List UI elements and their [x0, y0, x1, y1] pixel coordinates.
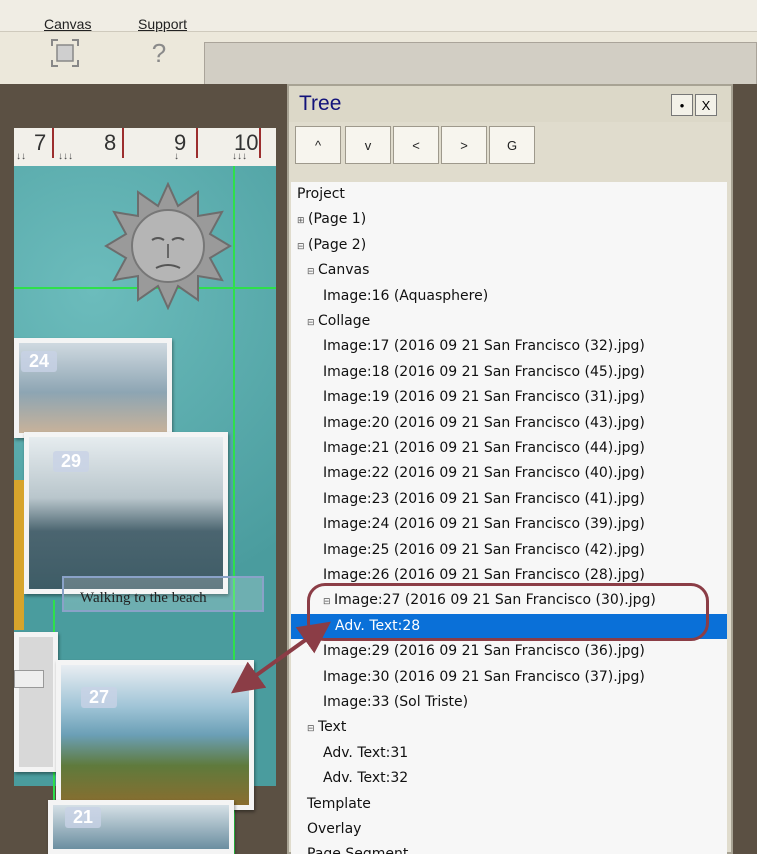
collage-photo[interactable]: 24 — [14, 338, 172, 438]
group-button[interactable]: G — [489, 126, 535, 164]
tree-row[interactable]: Image:23 (2016 09 21 San Francisco (41).… — [291, 487, 727, 512]
horizontal-ruler: ↓↓ 7 ↓↓↓ 8 ↓ 9 10 ↓↓↓ — [14, 128, 276, 166]
tree-row-label: Image:26 (2016 09 21 San Francisco (28).… — [323, 567, 645, 583]
tree-row[interactable]: Image:21 (2016 09 21 San Francisco (44).… — [291, 436, 727, 461]
ruler-number: 9 — [174, 130, 187, 155]
photo-number-badge: 21 — [65, 807, 102, 828]
tree-row-label: Image:17 (2016 09 21 San Francisco (32).… — [323, 338, 645, 355]
collapse-icon[interactable]: ⊟ — [307, 311, 316, 336]
sun-image[interactable] — [104, 182, 232, 310]
tree-row[interactable]: Image:33 (Sol Triste) — [291, 690, 727, 715]
tree-row[interactable]: Image:24 (2016 09 21 San Francisco (39).… — [291, 512, 727, 537]
collapse-icon[interactable]: ⊟ — [297, 235, 306, 260]
menu-bar: Canvas Support — [0, 0, 757, 32]
close-icon: X — [701, 97, 711, 113]
tree-panel: Tree • X ^ v < > G Project ⊞ (Page 1) ⊟ (Pag… — [287, 84, 733, 854]
tree-row-label: Image:25 (2016 09 21 San Francisco (42).… — [323, 541, 645, 558]
help-icon[interactable]: ? — [142, 36, 176, 70]
tree-row[interactable]: Adv. Text:32 — [291, 766, 727, 791]
tree-row[interactable]: Image:20 (2016 09 21 San Francisco (43).… — [291, 411, 727, 436]
left-glyph: < — [412, 137, 420, 153]
tree-row-label: Template — [307, 795, 371, 812]
move-up-button[interactable]: ^ — [295, 126, 341, 164]
tree-row-label: Project — [297, 186, 345, 202]
tree-row[interactable]: Image:25 (2016 09 21 San Francisco (42).… — [291, 538, 727, 563]
tree-row-label: Image:21 (2016 09 21 San Francisco (44).… — [323, 440, 645, 456]
annotation-callout — [307, 583, 709, 641]
tree-row-label: Page Segment — [307, 846, 408, 854]
collage-photo[interactable]: 29 — [24, 432, 228, 594]
tree-row-label: Image:22 (2016 09 21 San Francisco (40).… — [323, 465, 645, 482]
tree-row[interactable]: Image:29 (2016 09 21 San Francisco (36).… — [291, 639, 727, 664]
tree-row-label: Image:29 (2016 09 21 San Francisco (36).… — [323, 643, 645, 660]
help-glyph: ? — [151, 37, 167, 68]
collapse-icon[interactable]: ⊟ — [307, 260, 316, 285]
collage-photo-edge[interactable] — [14, 480, 24, 630]
tree-row-label: (Page 2) — [308, 236, 367, 253]
tree-row-label: Adv. Text:32 — [323, 770, 409, 787]
tree-row-label: Image:18 (2016 09 21 San Francisco (45).… — [323, 363, 645, 380]
fit-to-page-icon[interactable] — [48, 36, 82, 70]
tree-row[interactable]: Image:22 (2016 09 21 San Francisco (40).… — [291, 461, 727, 486]
tree-row-label: Canvas — [318, 262, 370, 279]
group-glyph: G — [506, 137, 518, 153]
collage-photo[interactable]: 27 — [56, 660, 254, 810]
tree-row-label: Image:20 (2016 09 21 San Francisco (43).… — [323, 414, 645, 431]
tree-row-label: Image:16 (Aquasphere) — [323, 287, 489, 304]
tree-row[interactable]: ⊟ (Page 2) — [291, 233, 727, 258]
tree-list[interactable]: Project ⊞ (Page 1) ⊟ (Page 2) ⊟ Canvas Image:16… — [291, 182, 727, 854]
tree-panel-title: Tree — [299, 92, 342, 115]
canvas-text-overlay[interactable]: Walking to the beach — [80, 590, 207, 607]
photo-number-badge: 24 — [21, 351, 58, 372]
mini-panel-button[interactable] — [14, 670, 44, 688]
tree-row[interactable]: Image:16 (Aquasphere) — [291, 284, 727, 309]
photo-number-badge: 29 — [53, 451, 90, 472]
tree-row[interactable]: Image:19 (2016 09 21 San Francisco (31).… — [291, 385, 727, 410]
tree-row[interactable]: Overlay — [291, 817, 727, 842]
down-glyph: v — [364, 137, 372, 153]
ruler-number: 8 — [104, 130, 117, 155]
tree-row[interactable]: Template — [291, 792, 727, 817]
tree-row-label: (Page 1) — [308, 211, 367, 228]
tree-row-label: Text — [318, 719, 347, 736]
tree-row-label: Image:24 (2016 09 21 San Francisco (39).… — [323, 516, 645, 533]
tree-row[interactable]: ⊞ (Page 1) — [291, 207, 727, 232]
expand-icon[interactable]: ⊞ — [297, 209, 306, 234]
tree-row[interactable]: ⊟ Collage — [291, 309, 727, 334]
right-glyph: > — [460, 137, 468, 153]
collapse-icon[interactable]: ⊟ — [307, 717, 316, 742]
photo-number-badge: 27 — [81, 687, 118, 708]
move-down-button[interactable]: v — [345, 126, 391, 164]
tree-panel-header: Tree • X — [289, 86, 731, 122]
tree-row-label: Image:23 (2016 09 21 San Francisco (41).… — [323, 490, 645, 507]
tree-row[interactable]: Page Segment — [291, 842, 727, 854]
tree-row[interactable]: Image:30 (2016 09 21 San Francisco (37).… — [291, 665, 727, 690]
tree-row-label: Image:19 (2016 09 21 San Francisco (31).… — [323, 389, 645, 406]
tree-row[interactable]: Image:17 (2016 09 21 San Francisco (32).… — [291, 334, 727, 359]
tree-row[interactable]: ⊟ Canvas — [291, 258, 727, 283]
tree-row-label: Adv. Text:31 — [323, 744, 409, 761]
tree-row[interactable]: Adv. Text:31 — [291, 741, 727, 766]
menu-canvas[interactable]: Canvas — [44, 16, 91, 32]
ruler-number: 7 — [34, 130, 47, 155]
close-button[interactable]: X — [695, 94, 717, 116]
collage-photo[interactable]: 21 — [48, 800, 234, 854]
pin-icon: • — [679, 97, 685, 113]
tree-row[interactable]: ⊟ Text — [291, 715, 727, 740]
window-edge — [733, 84, 757, 854]
tree-row-label: Overlay — [307, 821, 362, 837]
tree-row-label: Image:33 (Sol Triste) — [323, 694, 469, 710]
collage-photo[interactable] — [14, 632, 58, 772]
move-left-button[interactable]: < — [393, 126, 439, 164]
toolbar: ? — [0, 32, 757, 84]
up-glyph: ^ — [314, 137, 322, 153]
tree-row[interactable]: Image:18 (2016 09 21 San Francisco (45).… — [291, 360, 727, 385]
move-right-button[interactable]: > — [441, 126, 487, 164]
tree-row-label: Image:30 (2016 09 21 San Francisco (37).… — [323, 668, 645, 685]
tree-row[interactable]: Project — [291, 182, 727, 207]
pin-button[interactable]: • — [671, 94, 693, 116]
menu-support[interactable]: Support — [138, 16, 187, 32]
tree-row-label: Collage — [318, 313, 371, 329]
document-tab-strip — [204, 42, 757, 84]
